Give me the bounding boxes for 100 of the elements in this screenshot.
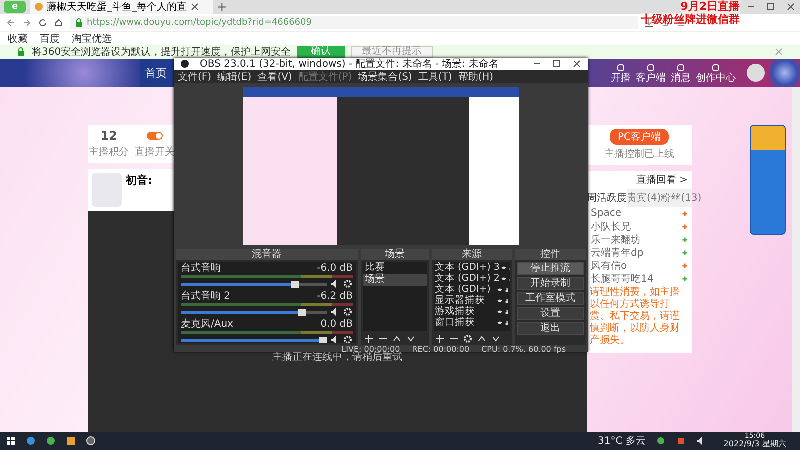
- lock-icon: [74, 18, 84, 28]
- source-item[interactable]: 游戏捕获: [435, 306, 496, 317]
- score-label: 主播积分: [89, 146, 129, 159]
- action-label: 客户端: [636, 72, 666, 84]
- channel-name: 台式音响: [181, 263, 221, 274]
- windows-start-icon[interactable]: [6, 436, 16, 446]
- bookmark-link[interactable]: 百度: [40, 32, 60, 46]
- up-chevron-icon[interactable]: [477, 334, 487, 344]
- outline-icon: [616, 62, 626, 72]
- menu-item[interactable]: 查看(V): [258, 70, 292, 84]
- rank-tab[interactable]: 贵宾(4): [627, 189, 662, 207]
- control-button[interactable]: 设置: [517, 307, 584, 320]
- channel-name: 麦克风/Aux: [181, 319, 234, 330]
- member-name: Space: [591, 208, 622, 219]
- source-item[interactable]: 文本 (GDI+) 3: [435, 262, 500, 273]
- action-label: 消息: [671, 72, 691, 84]
- browser-logo: e: [4, 1, 26, 13]
- weather-text: 31°C 多云: [598, 435, 646, 448]
- control-button[interactable]: 停止推流: [517, 262, 584, 275]
- source-item[interactable]: 显示器捕获: [435, 295, 496, 306]
- clock-date: 2022/9/3 星期六: [724, 441, 786, 449]
- url-text: https://www.douyu.com/topic/ydtdb?rid=4666609: [87, 18, 312, 28]
- tab-title: 藤椒天天吃蛋_斗鱼_每个人的直: [47, 0, 188, 14]
- member-name: 云端青年dp: [591, 246, 644, 260]
- bookmark-link[interactable]: 淘宝优选: [72, 32, 112, 46]
- volume-slider[interactable]: [181, 310, 327, 314]
- action-label: 创作中心: [696, 72, 736, 84]
- user-avatar[interactable]: [747, 64, 765, 82]
- close-icon[interactable]: [572, 59, 582, 69]
- channel-reading: -6.2 dB: [317, 291, 353, 302]
- menu-item[interactable]: 工具(T): [418, 70, 452, 84]
- cpu-stats: CPU: 0.7%, 60.00 fps: [482, 345, 566, 354]
- source-item[interactable]: 文本 (GDI+) 2: [435, 273, 500, 284]
- scene-item[interactable]: 场景: [363, 274, 427, 286]
- maximize-icon[interactable]: [552, 59, 562, 69]
- score-value: 12: [100, 129, 118, 143]
- source-item[interactable]: 文本 (GDI+): [435, 284, 496, 295]
- rank-tab[interactable]: 粉丝(13): [661, 189, 702, 207]
- streamer-name: 初音:: [126, 173, 152, 188]
- scrollbar[interactable]: [792, 87, 800, 432]
- volume-slider[interactable]: [181, 338, 327, 342]
- banner-artwork: [770, 59, 800, 87]
- tray-icon[interactable]: [676, 436, 686, 446]
- dock-title: 控件: [515, 249, 586, 260]
- header-action[interactable]: 客户端: [636, 62, 666, 84]
- live-switch[interactable]: [147, 132, 163, 140]
- volume-slider[interactable]: [181, 282, 327, 286]
- menu-item[interactable]: 编辑(E): [218, 70, 252, 84]
- channel-reading: 0.0 dB: [320, 319, 353, 330]
- menu-item[interactable]: 文件(F): [178, 70, 212, 84]
- reload-icon[interactable]: [38, 18, 48, 28]
- forward-arrow-icon[interactable]: [22, 18, 32, 28]
- gear-icon[interactable]: [463, 334, 473, 344]
- menu-item[interactable]: 场景集合(S): [358, 70, 412, 84]
- bookmark-link[interactable]: 收藏: [8, 32, 28, 46]
- close-icon[interactable]: [190, 2, 200, 12]
- source-item[interactable]: 窗口捕获: [435, 317, 496, 328]
- gear-icon[interactable]: [343, 307, 353, 317]
- maximize-icon[interactable]: [766, 2, 776, 12]
- down-chevron-icon[interactable]: [406, 334, 416, 344]
- nav-link[interactable]: 首页: [145, 66, 167, 80]
- new-tab-button[interactable]: +: [217, 0, 228, 14]
- header-action[interactable]: 创作中心: [696, 62, 736, 84]
- overlay-caption: 9月2日直播: [680, 0, 740, 13]
- app-logo-icon: [180, 59, 190, 69]
- down-chevron-icon[interactable]: [491, 334, 501, 344]
- outline-icon: [711, 62, 721, 72]
- dock-title: 混音器: [176, 249, 358, 260]
- lock-icon: [16, 47, 26, 57]
- client-note: 主播控制已上线: [604, 148, 674, 161]
- tray-icon[interactable]: [656, 436, 666, 446]
- gear-icon[interactable]: [343, 279, 353, 289]
- overlay-caption: 十级粉丝牌进微信群: [641, 13, 740, 26]
- dock-title: 场景: [361, 249, 429, 260]
- player-message: 主播正在连线中，请稍后重试: [272, 352, 402, 364]
- dock-title: 来源: [432, 249, 512, 260]
- member-name: 小队长兄: [591, 220, 631, 234]
- control-button[interactable]: 退出: [517, 322, 584, 335]
- gear-icon[interactable]: [343, 335, 353, 343]
- member-name: 长腿哥哥吃14: [591, 272, 654, 286]
- rank-tab[interactable]: 周活跃度: [587, 189, 627, 207]
- outline-icon: [676, 62, 686, 72]
- member-name: 风有信o: [591, 260, 628, 272]
- menu-item[interactable]: 帮助(H): [458, 70, 494, 84]
- control-button[interactable]: 工作室模式: [517, 292, 584, 305]
- rec-timer: REC: 00:00:00: [412, 345, 470, 354]
- header-action[interactable]: 开播: [611, 62, 631, 84]
- home-icon[interactable]: [54, 18, 64, 28]
- close-icon[interactable]: [786, 2, 796, 12]
- warning-text: 请理性消费，如主播以任何方式诱导打赏、私下交易，请谨慎判断，以防人身财产损失。: [588, 286, 681, 348]
- promo-banner[interactable]: [750, 125, 786, 235]
- action-label: 开播: [611, 72, 631, 84]
- page-icon: [34, 2, 44, 12]
- replay-link[interactable]: 直播回看 >: [632, 171, 692, 189]
- browser-tab[interactable]: 藤椒天天吃蛋_斗鱼_每个人的直: [30, 0, 214, 14]
- header-action[interactable]: 消息: [671, 62, 691, 84]
- up-chevron-icon[interactable]: [392, 334, 402, 344]
- member-name: 乐一来翻坊: [591, 234, 641, 246]
- back-arrow-icon[interactable]: [6, 18, 16, 28]
- control-button[interactable]: 开始录制: [517, 277, 584, 290]
